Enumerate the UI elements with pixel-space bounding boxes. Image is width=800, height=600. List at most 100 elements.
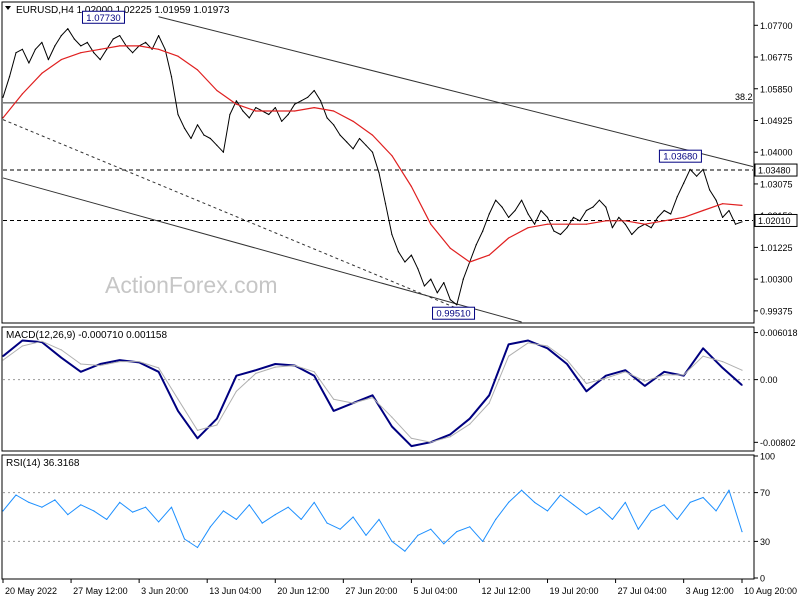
price-point-ma (605, 220, 607, 222)
rsi-point-rsi (741, 531, 743, 533)
watermark: ActionForex.com (105, 272, 278, 298)
rsi-point-rsi (170, 506, 173, 508)
price-point-price (423, 285, 425, 287)
price-point-price (190, 137, 192, 140)
rsi-point-rsi (534, 501, 536, 503)
rsi-point-rsi (715, 510, 717, 512)
price-point-price (715, 199, 717, 201)
macd-point-signal (488, 402, 490, 404)
price-point-price (410, 254, 412, 256)
rsi-point-rsi (559, 494, 562, 496)
price-point-price (132, 52, 134, 54)
price-point-price (657, 216, 659, 218)
rsi-point-rsi (54, 499, 56, 501)
price-tick-label: 1.04925 (760, 116, 793, 126)
price-point-price (683, 182, 685, 184)
rsi-point-rsi (598, 506, 601, 508)
macd-point-macd (527, 339, 529, 342)
price-point-price (333, 124, 335, 126)
price-point-price (637, 227, 639, 229)
chart-background (0, 0, 800, 600)
macd-tick-label: 0.006018 (760, 328, 798, 338)
macd-point-signal (119, 361, 121, 363)
macd-point-macd (2, 355, 4, 357)
price-point-price (222, 151, 224, 153)
macd-point-signal (313, 371, 315, 373)
price-point-ma (99, 48, 101, 50)
macd-point-macd (722, 367, 724, 369)
macd-point-macd (313, 375, 315, 377)
macd-point-macd (469, 418, 471, 420)
price-point-price (475, 244, 477, 246)
rsi-tick-label: 100 (760, 452, 775, 462)
price-point-price (378, 172, 380, 174)
rsi-point-rsi (702, 496, 704, 499)
rsi-point-rsi (93, 510, 95, 512)
rsi-point-rsi (300, 518, 302, 521)
macd-point-macd (274, 363, 276, 365)
macd-point-macd (60, 357, 62, 359)
macd-point-signal (741, 369, 743, 371)
macd-point-macd (644, 385, 646, 387)
rsi-point-rsi (106, 518, 108, 521)
price-point-price (663, 209, 665, 212)
rsi-point-rsi (508, 501, 510, 503)
macd-point-macd (371, 394, 374, 396)
price-point-price (196, 124, 199, 126)
macd-point-signal (546, 345, 549, 347)
macd-header: MACD(12,26,9) -0.000710 0.001158 (6, 330, 167, 341)
price-point-price (151, 48, 153, 50)
price-point-ma (722, 203, 724, 205)
price-point-price (47, 59, 50, 61)
price-point-price (443, 282, 445, 284)
macd-tick-label: -0.00802 (760, 438, 796, 448)
rsi-point-rsi (495, 518, 497, 521)
price-point-price (488, 213, 490, 215)
rsi-tick-label: 30 (760, 537, 770, 547)
macd-point-signal (585, 382, 588, 385)
price-point-ma (2, 117, 4, 119)
x-tick-label: 5 Jul 04:00 (413, 586, 457, 596)
macd-point-macd (663, 371, 665, 373)
price-point-price (274, 107, 276, 109)
rsi-point-rsi (365, 534, 367, 536)
macd-point-signal (235, 390, 237, 392)
x-tick-label: 3 Aug 12:00 (686, 586, 734, 596)
price-tick-label: 0.99375 (760, 306, 793, 316)
macd-point-macd (585, 390, 588, 392)
price-point-price (598, 199, 601, 201)
price-point-price (73, 38, 75, 40)
price-tick-label: 1.05850 (760, 84, 793, 94)
price-point-price (86, 41, 88, 44)
rsi-point-rsi (261, 522, 263, 524)
price-point-price (618, 216, 620, 218)
rsi-point-rsi (378, 518, 380, 521)
x-tick-label: 20 Jun 12:00 (277, 586, 329, 596)
price-point-price (28, 62, 30, 64)
rsi-point-rsi (482, 540, 484, 543)
x-tick-label: 12 Jul 12:00 (481, 586, 530, 596)
price-point-ma (80, 52, 82, 54)
price-tick-label: 1.00300 (760, 275, 793, 285)
price-point-ma (546, 223, 549, 225)
price-point-price (566, 227, 568, 229)
price-point-price (436, 292, 438, 294)
rsi-point-rsi (430, 528, 432, 530)
price-point-price (294, 103, 296, 105)
price-point-price (371, 151, 374, 153)
macd-point-signal (177, 398, 179, 400)
rsi-point-rsi (158, 521, 160, 523)
rsi-point-rsi (80, 504, 82, 506)
price-point-price (287, 113, 289, 116)
price-point-price (650, 227, 652, 229)
macd-point-signal (663, 374, 665, 376)
price-point-ma (683, 216, 685, 218)
rsi-point-rsi (456, 531, 458, 533)
rsi-point-rsi (339, 528, 341, 530)
price-point-ma (391, 155, 393, 157)
macd-point-macd (410, 445, 412, 447)
price-point-price (553, 230, 555, 232)
price-point-price (397, 251, 399, 253)
macd-point-signal (605, 377, 607, 379)
price-point-price (722, 216, 724, 218)
